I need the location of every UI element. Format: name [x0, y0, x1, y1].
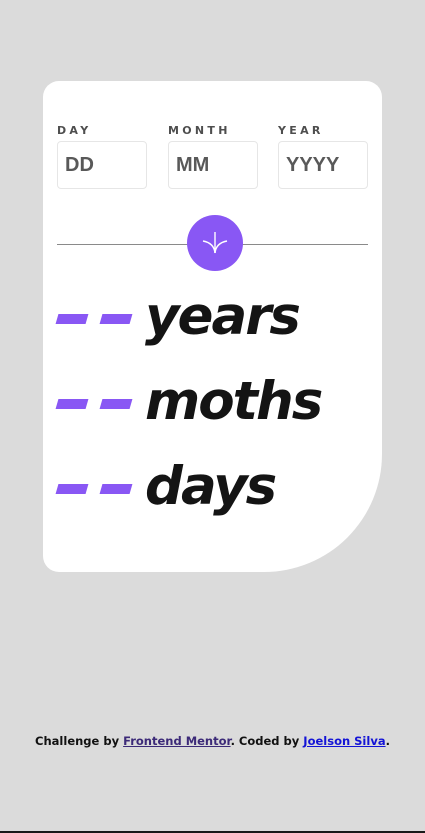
- year-label: YEAR: [278, 124, 324, 137]
- arrow-down-icon: [202, 232, 228, 254]
- days-value: [55, 480, 145, 494]
- dash-placeholder: [55, 399, 89, 409]
- result-days: days: [55, 452, 277, 522]
- result-years: years: [55, 282, 301, 352]
- months-value: [55, 395, 145, 409]
- day-input[interactable]: [57, 141, 147, 189]
- month-field: MONTH: [168, 123, 258, 189]
- day-field: DAY: [57, 123, 147, 189]
- submit-button[interactable]: [187, 215, 243, 271]
- attribution-prefix: Challenge by: [35, 734, 120, 748]
- dash-placeholder: [99, 484, 133, 494]
- author-link[interactable]: Joelson Silva: [303, 734, 385, 748]
- attribution-footer: Challenge by Frontend Mentor. Coded by J…: [0, 734, 425, 748]
- frontend-mentor-link[interactable]: Frontend Mentor: [123, 734, 230, 748]
- dash-placeholder: [99, 399, 133, 409]
- age-calculator-card: DAY MONTH YEAR years moths: [43, 81, 382, 572]
- result-months: moths: [55, 367, 323, 437]
- year-input[interactable]: [278, 141, 368, 189]
- year-field: YEAR: [278, 123, 368, 189]
- day-label: DAY: [57, 124, 92, 137]
- dash-placeholder: [55, 314, 89, 324]
- month-label: MONTH: [168, 124, 231, 137]
- dash-placeholder: [99, 314, 133, 324]
- months-label: moths: [145, 371, 323, 432]
- attribution-suffix: .: [385, 734, 390, 748]
- years-label: years: [145, 286, 301, 347]
- month-input[interactable]: [168, 141, 258, 189]
- attribution-middle: . Coded by: [230, 734, 300, 748]
- years-value: [55, 310, 145, 324]
- dash-placeholder: [55, 484, 89, 494]
- days-label: days: [145, 456, 277, 517]
